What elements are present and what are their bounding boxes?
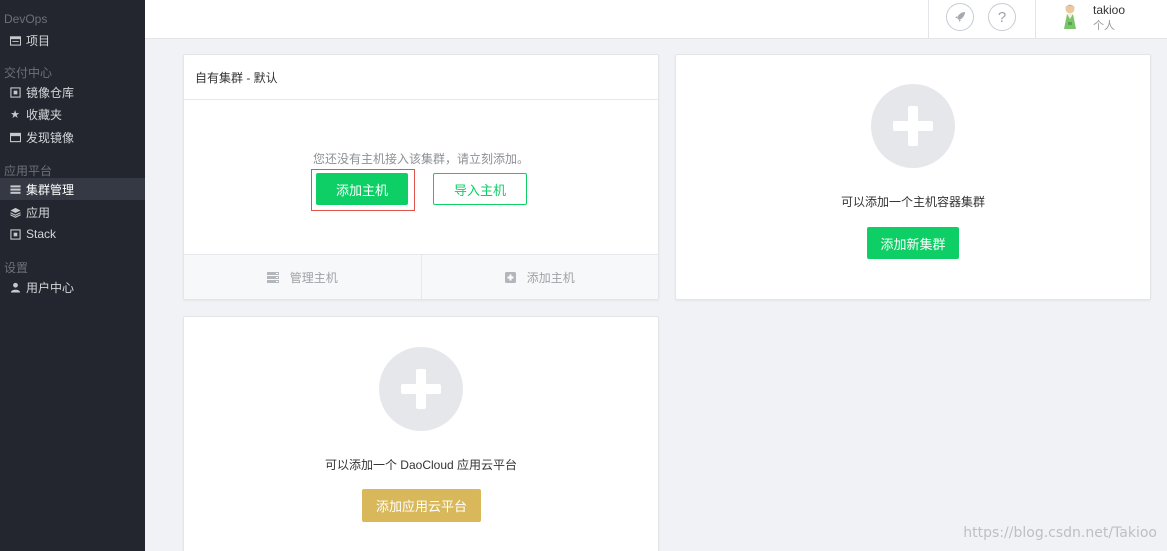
avatar[interactable] bbox=[1058, 2, 1082, 30]
plus-icon bbox=[871, 84, 955, 168]
divider bbox=[928, 0, 929, 38]
footer-add-host-button[interactable]: 添加主机 bbox=[420, 255, 659, 299]
add-platform-text: 可以添加一个 DaoCloud 应用云平台 bbox=[324, 458, 518, 472]
card-footer: 管理主机 添加主机 bbox=[184, 254, 658, 299]
layers-icon bbox=[9, 206, 21, 218]
sidebar-item-image-repo[interactable]: 镜像仓库 bbox=[0, 81, 145, 103]
sidebar: DevOps 项目 交付中心 镜像仓库 ★ 收藏夹 发现镜像 应用平台 集群管理… bbox=[0, 0, 145, 551]
sidebar-item-discover[interactable]: 发现镜像 bbox=[0, 126, 145, 148]
add-cluster-text: 可以添加一个主机容器集群 bbox=[840, 195, 985, 209]
import-host-button[interactable]: 导入主机 bbox=[433, 173, 527, 205]
section-title-devops: DevOps bbox=[4, 12, 48, 26]
sidebar-item-label: 用户中心 bbox=[26, 280, 75, 295]
sidebar-item-label: 应用 bbox=[26, 205, 51, 220]
manage-hosts-button[interactable]: 管理主机 bbox=[184, 255, 421, 299]
server-icon bbox=[266, 271, 279, 283]
add-new-cluster-button[interactable]: 添加新集群 bbox=[867, 227, 959, 259]
plus-square-icon bbox=[504, 271, 516, 283]
add-app-platform-button[interactable]: 添加应用云平台 bbox=[362, 489, 481, 522]
folder-icon bbox=[9, 34, 21, 46]
repository-icon bbox=[9, 86, 21, 98]
add-host-button[interactable]: 添加主机 bbox=[316, 173, 408, 205]
discover-icon bbox=[9, 131, 21, 143]
help-icon[interactable]: ? bbox=[988, 3, 1016, 31]
sidebar-item-label: 发现镜像 bbox=[26, 130, 75, 145]
sidebar-item-favorites[interactable]: ★ 收藏夹 bbox=[0, 103, 145, 125]
sidebar-item-projects[interactable]: 项目 bbox=[0, 29, 145, 51]
star-icon: ★ bbox=[10, 108, 20, 121]
user-name[interactable]: takioo bbox=[1093, 3, 1125, 17]
section-title-delivery: 交付中心 bbox=[4, 66, 53, 80]
add-cluster-card: 可以添加一个主机容器集群 添加新集群 bbox=[675, 54, 1151, 300]
sidebar-item-label: 收藏夹 bbox=[26, 107, 63, 122]
sidebar-item-label: 镜像仓库 bbox=[26, 85, 75, 100]
card-title: 自有集群 - 默认 bbox=[184, 55, 658, 100]
sidebar-item-cluster-management[interactable]: 集群管理 bbox=[0, 178, 145, 200]
section-title-settings: 设置 bbox=[4, 261, 29, 275]
user-icon bbox=[9, 281, 21, 293]
stack-icon bbox=[9, 228, 21, 240]
rocket-icon[interactable] bbox=[946, 3, 974, 31]
cluster-card: 自有集群 - 默认 您还没有主机接入该集群，请立刻添加。 添加主机 导入主机 管… bbox=[183, 54, 659, 300]
section-title-platform: 应用平台 bbox=[4, 164, 53, 178]
footer-add-host-label: 添加主机 bbox=[526, 270, 575, 285]
sidebar-item-label: 项目 bbox=[26, 33, 51, 48]
sidebar-item-stack[interactable]: Stack bbox=[0, 223, 145, 245]
empty-message: 您还没有主机接入该集群，请立刻添加。 bbox=[312, 152, 529, 166]
watermark: https://blog.csdn.net/Takioo bbox=[963, 525, 1157, 541]
plus-icon bbox=[379, 347, 463, 431]
sidebar-item-label: 集群管理 bbox=[26, 182, 75, 197]
sidebar-item-user-center[interactable]: 用户中心 bbox=[0, 276, 145, 298]
manage-hosts-label: 管理主机 bbox=[289, 270, 338, 285]
list-icon bbox=[9, 183, 21, 195]
add-platform-card: 可以添加一个 DaoCloud 应用云平台 添加应用云平台 bbox=[183, 316, 659, 551]
sidebar-item-label: Stack bbox=[26, 227, 57, 241]
divider bbox=[1035, 0, 1036, 38]
user-role: 个人 bbox=[1093, 20, 1115, 32]
sidebar-item-apps[interactable]: 应用 bbox=[0, 201, 145, 223]
